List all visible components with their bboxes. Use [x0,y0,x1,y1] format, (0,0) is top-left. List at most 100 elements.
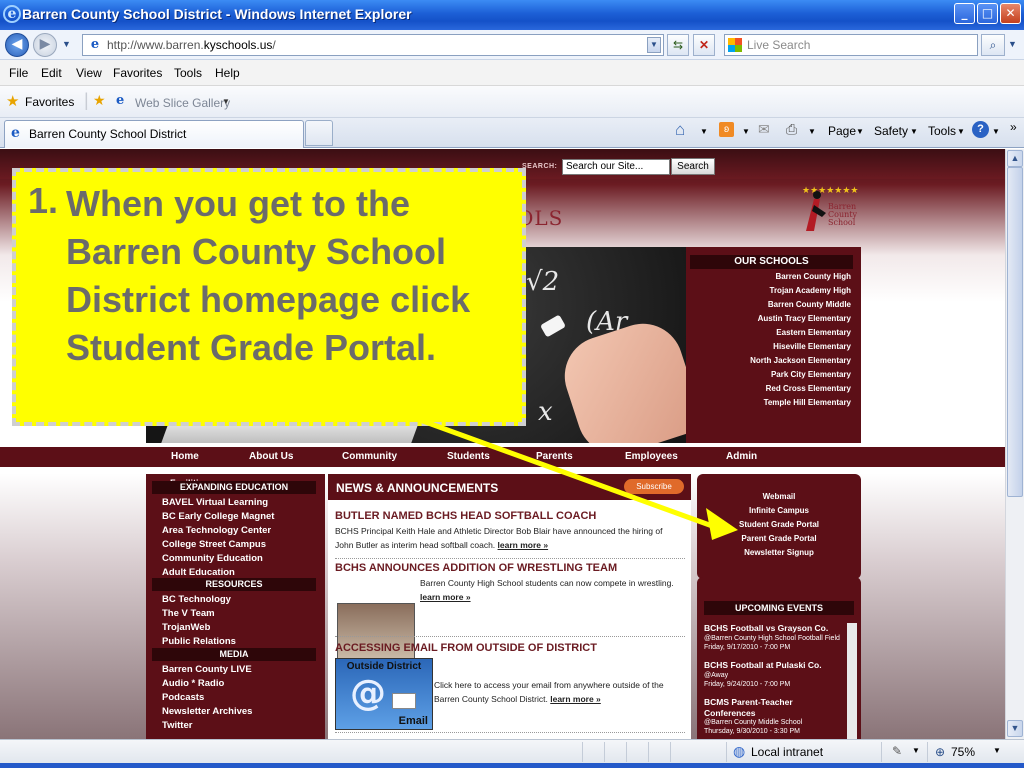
school-link[interactable]: Temple Hill Elementary [764,398,851,407]
safety-menu[interactable]: Safety [874,124,908,138]
site-search-button[interactable]: Search [671,158,715,175]
school-link[interactable]: Hiseville Elementary [773,342,851,351]
protected-mode-dropdown-icon[interactable]: ▼ [912,746,920,755]
quick-link-webmail[interactable]: Webmail [697,492,861,501]
history-dropdown-icon[interactable]: ▼ [62,39,71,49]
security-zone[interactable]: Local intranet [751,745,823,759]
left-nav-link[interactable]: Area Technology Center [162,525,271,536]
learn-more-link[interactable]: learn more » [550,694,601,704]
menu-edit[interactable]: Edit [41,66,62,80]
tab-barren-county[interactable]: e Barren County School District [4,120,304,148]
web-slice-dropdown-icon[interactable]: ▼ [222,97,230,106]
home-icon[interactable]: ⌂ [675,120,685,140]
page-vertical-scrollbar[interactable]: ▲ ▼ [1005,149,1024,739]
news-headline[interactable]: BCHS ANNOUNCES ADDITION OF WRESTLING TEA… [335,562,617,574]
barren-county-schools-logo[interactable]: ★★★★★★★ Barren County School [792,183,862,241]
site-search-input[interactable]: Search our Site... [562,159,670,175]
maximize-button[interactable]: □ [977,3,998,24]
nav-home[interactable]: Home [171,451,199,462]
nav-about-us[interactable]: About Us [249,451,293,462]
feeds-dropdown-icon[interactable]: ▼ [742,127,750,136]
nav-students[interactable]: Students [447,451,490,462]
new-tab-button[interactable] [305,120,333,146]
feeds-icon[interactable]: ʚ [719,122,734,137]
left-nav-link[interactable]: TrojanWeb [162,622,210,633]
left-nav-link[interactable]: BAVEL Virtual Learning [162,497,268,508]
school-link[interactable]: Austin Tracy Elementary [758,314,851,323]
search-go-icon[interactable]: ⌕ [981,34,1005,56]
add-favorite-icon[interactable]: ★ [93,92,106,109]
menu-favorites[interactable]: Favorites [113,66,162,80]
print-dropdown-icon[interactable]: ▼ [808,127,816,136]
events-scrollbar[interactable] [847,623,857,739]
school-link[interactable]: Trojan Academy High [770,286,852,295]
left-nav-link[interactable]: The V Team [162,608,215,619]
menu-help[interactable]: Help [215,66,240,80]
print-icon[interactable]: ⎙ [786,121,797,138]
outside-email-image[interactable]: Outside District @ Email [335,658,433,730]
school-link[interactable]: Red Cross Elementary [766,384,851,393]
help-dropdown-icon[interactable]: ▼ [992,127,1000,136]
scroll-down-icon[interactable]: ▼ [1007,720,1023,737]
quick-link-student-grade-portal[interactable]: Student Grade Portal [697,520,861,529]
nav-community[interactable]: Community [342,451,397,462]
quick-link-infinite-campus[interactable]: Infinite Campus [697,506,861,515]
school-link[interactable]: Eastern Elementary [776,328,851,337]
scroll-thumb[interactable] [1007,167,1023,497]
event-title[interactable]: BCHS Football vs Grayson Co. [704,623,828,633]
menu-file[interactable]: File [9,66,28,80]
left-nav-link[interactable]: Community Education [162,553,263,564]
school-link[interactable]: Barren County Middle [768,300,851,309]
subscribe-button[interactable]: Subscribe [624,479,684,494]
help-icon[interactable]: ? [972,121,989,138]
event-title[interactable]: BCMS Parent-Teacher Conferences [704,697,844,719]
close-button[interactable]: ✕ [1000,3,1021,24]
minimize-button[interactable]: _ [954,3,975,24]
left-nav-link[interactable]: Barren County LIVE [162,664,252,675]
school-link[interactable]: North Jackson Elementary [750,356,851,365]
menu-tools[interactable]: Tools [174,66,202,80]
protected-mode-icon[interactable]: ✎ [892,744,902,758]
school-link[interactable]: Barren County High [775,272,851,281]
news-headline[interactable]: BUTLER NAMED BCHS HEAD SOFTBALL COACH [335,510,596,522]
learn-more-link[interactable]: learn more » [498,540,549,550]
left-nav-link[interactable]: Public Relations [162,636,236,647]
left-nav-link[interactable]: Podcasts [162,692,204,703]
left-nav-link[interactable]: BC Early College Magnet [162,511,274,522]
search-input[interactable]: Live Search [724,34,978,56]
favorites-button[interactable]: Favorites [25,95,74,109]
quick-link-newsletter-signup[interactable]: Newsletter Signup [697,548,861,557]
back-button[interactable]: ◀ [5,33,29,57]
event-title[interactable]: BCHS Football at Pulaski Co. [704,660,822,670]
scroll-up-icon[interactable]: ▲ [1007,150,1023,167]
chevron-more-icon[interactable]: » [1010,120,1017,134]
page-menu[interactable]: Page [828,124,856,138]
school-link[interactable]: Park City Elementary [771,370,851,379]
refresh-icon[interactable]: ⇆ [667,34,689,56]
search-options-icon[interactable]: ▼ [1008,39,1017,49]
left-nav-link[interactable]: Adult Education [162,567,235,578]
home-dropdown-icon[interactable]: ▼ [700,127,708,136]
left-nav-link[interactable]: Audio * Radio [162,678,224,689]
zoom-icon[interactable]: ⊕ [935,745,945,759]
nav-admin[interactable]: Admin [726,451,757,462]
left-nav-link[interactable]: College Street Campus [162,539,266,550]
tools-menu[interactable]: Tools [928,124,956,138]
left-nav-link[interactable]: BC Technology [162,594,231,605]
nav-employees[interactable]: Employees [625,451,678,462]
address-input[interactable]: e http://www.barren.kyschools.us/ ▼ [82,34,664,56]
address-dropdown-icon[interactable]: ▼ [647,37,661,53]
nav-parents[interactable]: Parents [536,451,573,462]
quick-link-parent-grade-portal[interactable]: Parent Grade Portal [697,534,861,543]
left-nav-link[interactable]: Twitter [162,720,192,731]
menu-view[interactable]: View [76,66,102,80]
web-slice-gallery-link[interactable]: Web Slice Gallery [135,96,230,110]
mail-icon[interactable]: ✉ [758,121,770,138]
stop-icon[interactable]: ✕ [693,34,715,56]
news-headline[interactable]: ACCESSING EMAIL FROM OUTSIDE OF DISTRICT [335,642,597,654]
forward-button[interactable]: ▶ [33,33,57,57]
zoom-level[interactable]: 75% [951,745,975,759]
left-nav-link[interactable]: Newsletter Archives [162,706,252,717]
learn-more-link[interactable]: learn more » [420,592,471,602]
zoom-dropdown-icon[interactable]: ▼ [993,746,1001,755]
